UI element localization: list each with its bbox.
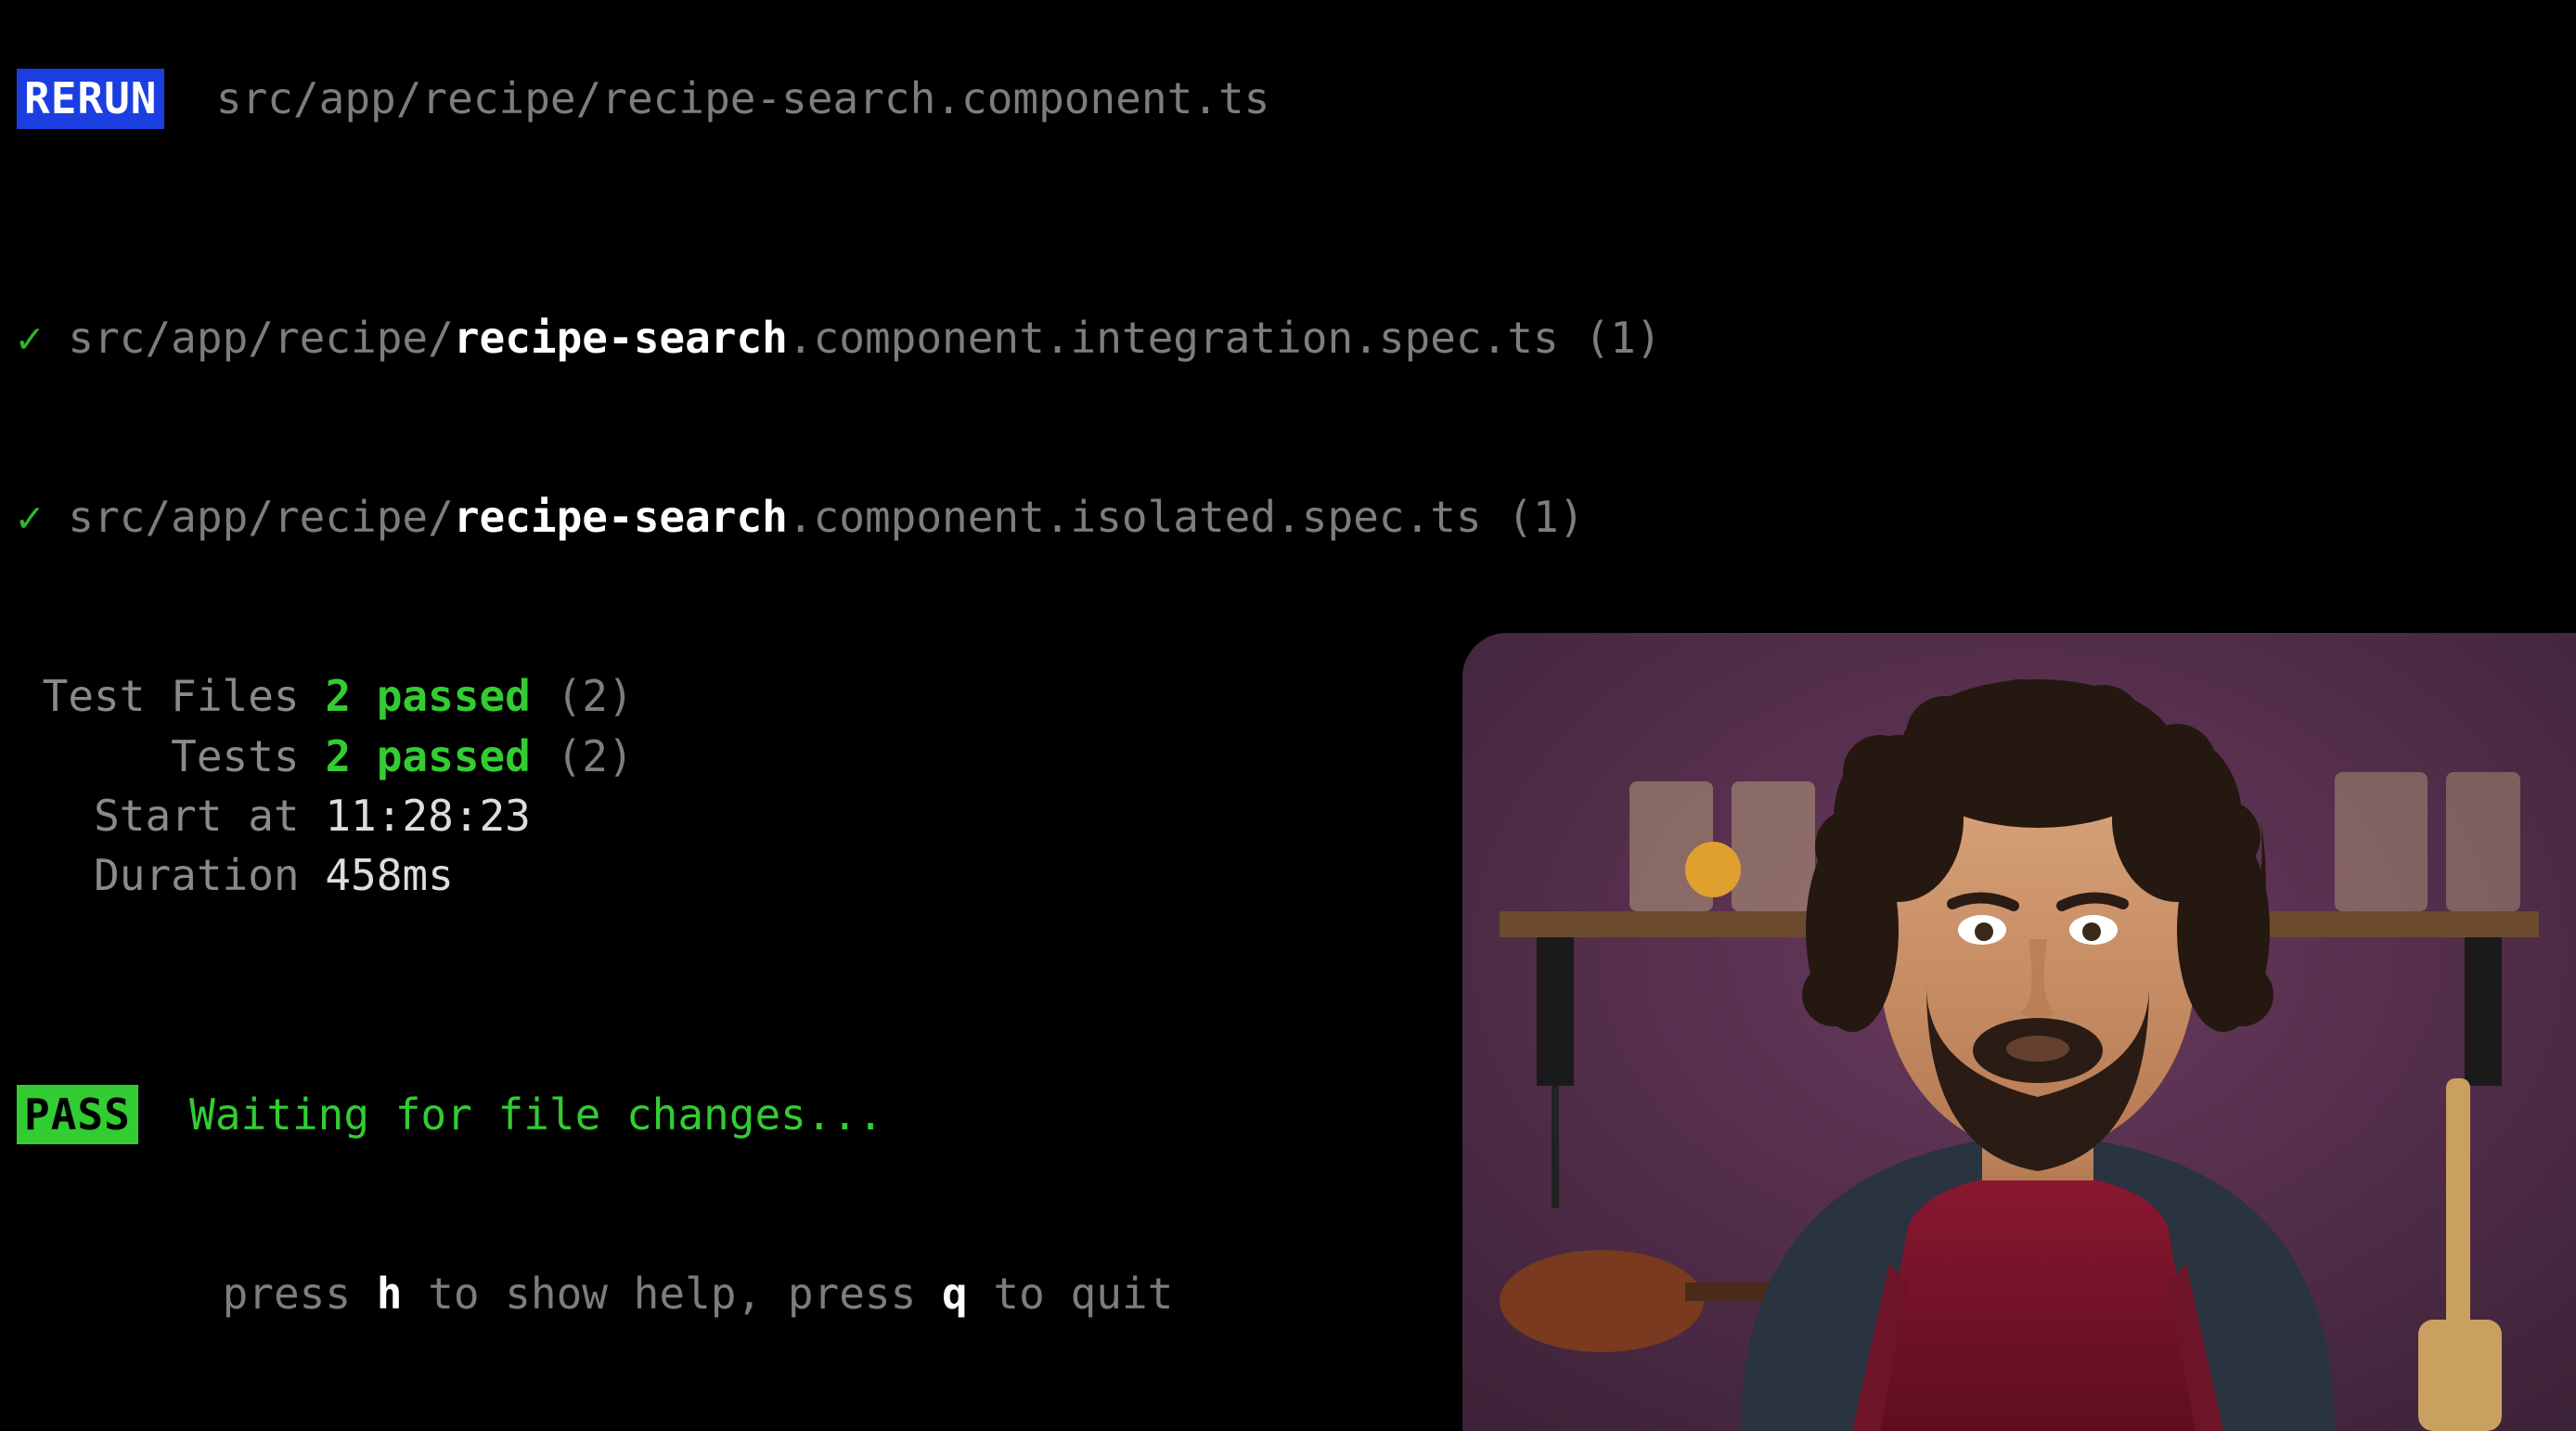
spec-suffix: .component.isolated.spec.ts	[788, 492, 1507, 542]
stat-label: Start at	[17, 786, 300, 845]
check-icon: ✓	[17, 313, 43, 363]
hint-text: to show help, press	[402, 1269, 942, 1319]
rerun-badge: RERUN	[17, 69, 164, 128]
spec-file-line: ✓ src/app/recipe/recipe-search.component…	[0, 428, 2576, 607]
stat-value: 458ms	[300, 845, 454, 905]
spec-file-line: ✓ src/app/recipe/recipe-search.component…	[0, 249, 2576, 428]
spec-count: (1)	[1584, 313, 1661, 363]
presenter-webcam	[1462, 633, 2576, 1431]
key-h: h	[377, 1269, 403, 1319]
pass-badge: PASS	[17, 1085, 138, 1144]
key-q: q	[942, 1269, 968, 1319]
rerun-line: RERUN src/app/recipe/recipe-search.compo…	[0, 9, 2576, 188]
stat-label: Test Files	[17, 666, 300, 726]
hint-text: press	[223, 1269, 377, 1319]
spec-count: (1)	[1507, 492, 1584, 542]
stat-passed: 2 passed	[325, 731, 531, 781]
hint-text: to quit	[968, 1269, 1174, 1319]
spec-suffix: .component.integration.spec.ts	[788, 313, 1585, 363]
stat-label: Tests	[17, 727, 300, 786]
spec-prefix: src/app/recipe/	[68, 313, 453, 363]
rerun-path: src/app/recipe/recipe-search.component.t…	[216, 73, 1269, 123]
stat-label: Duration	[17, 845, 300, 905]
check-icon: ✓	[17, 492, 43, 542]
spec-highlight: recipe-search	[454, 492, 788, 542]
stat-total: (2)	[557, 671, 634, 721]
spec-highlight: recipe-search	[454, 313, 788, 363]
spec-prefix: src/app/recipe/	[68, 492, 453, 542]
stat-total: (2)	[557, 731, 634, 781]
waiting-message: Waiting for file changes...	[189, 1089, 883, 1140]
stat-passed: 2 passed	[325, 671, 531, 721]
stat-value: 11:28:23	[300, 786, 531, 845]
